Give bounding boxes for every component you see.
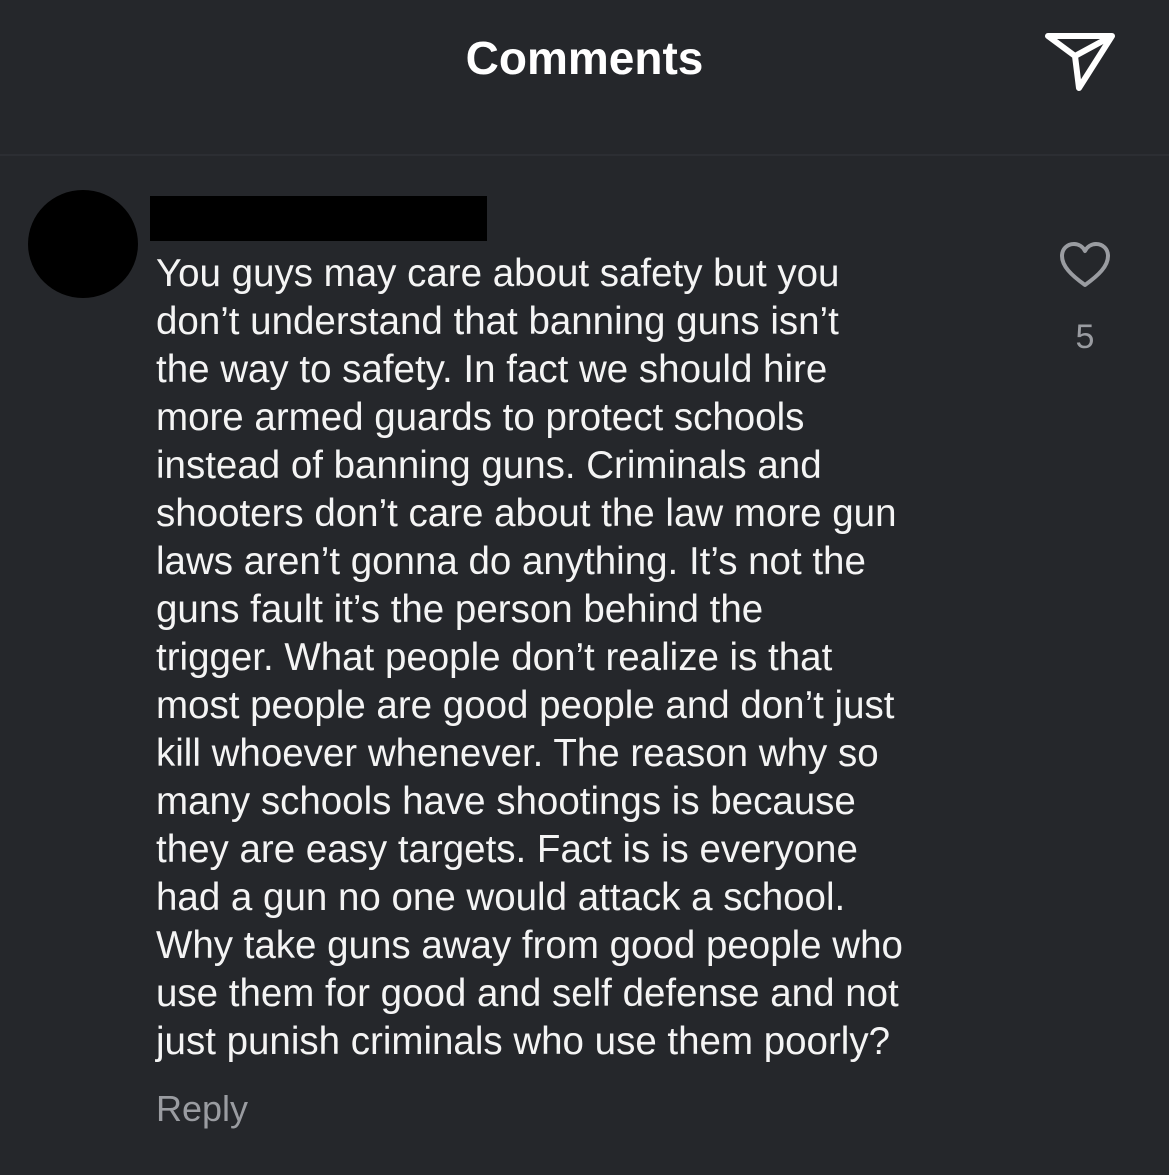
reply-button[interactable]: Reply [156, 1088, 248, 1130]
comment-item: You guys may care about safety but you d… [0, 156, 1169, 1175]
comments-header: Comments [0, 0, 1169, 156]
like-count: 5 [1075, 318, 1095, 356]
page-title: Comments [465, 32, 704, 84]
heart-outline-icon[interactable] [1058, 240, 1112, 290]
send-icon[interactable] [1044, 26, 1116, 92]
username-redacted[interactable] [150, 196, 487, 241]
comment-text: You guys may care about safety but you d… [156, 252, 903, 1063]
avatar[interactable] [28, 190, 138, 298]
